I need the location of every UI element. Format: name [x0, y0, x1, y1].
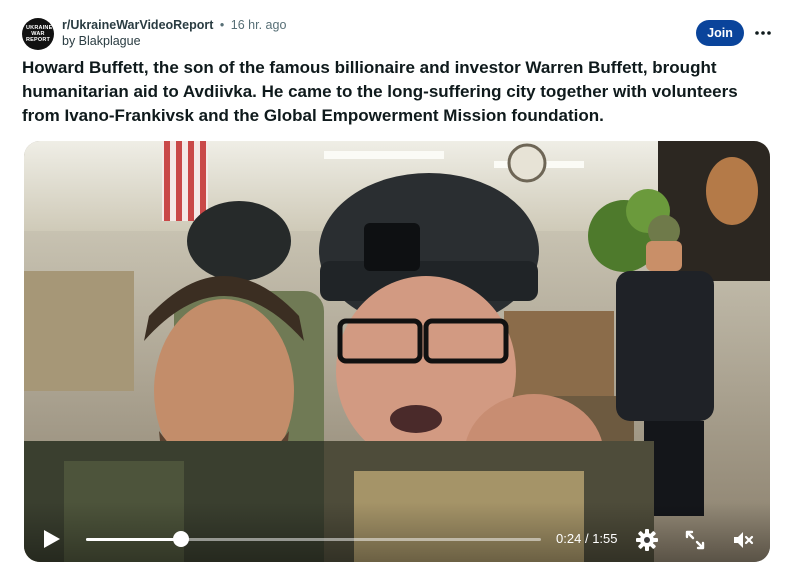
play-icon[interactable]	[40, 528, 62, 550]
time-readout: 0:24 / 1:55	[556, 531, 618, 547]
join-button[interactable]: Join	[696, 20, 744, 46]
post-title[interactable]: Howard Buffett, the son of the famous bi…	[22, 56, 770, 128]
video-player[interactable]: 0:24 / 1:55	[24, 141, 770, 562]
mute-icon[interactable]	[731, 528, 755, 552]
current-time: 0:24	[556, 531, 582, 546]
video-frame	[24, 141, 770, 562]
subreddit-link[interactable]: r/UkraineWarVideoReport	[62, 18, 213, 32]
time-separator: /	[584, 531, 589, 546]
more-options-button[interactable]	[750, 20, 776, 46]
seek-handle[interactable]	[173, 531, 190, 547]
duration: 1:55	[592, 531, 618, 546]
fullscreen-icon[interactable]	[683, 528, 707, 552]
video-controls: 0:24 / 1:55	[24, 502, 770, 562]
subreddit-avatar[interactable]: UKRAINE WAR REPORT	[22, 18, 54, 50]
post-meta: r/UkraineWarVideoReport • 16 hr. ago by …	[62, 17, 286, 49]
avatar-text: UKRAINE WAR REPORT	[26, 25, 53, 43]
meta-separator: •	[219, 18, 225, 32]
post-time: 16 hr. ago	[230, 18, 287, 32]
seek-bar[interactable]	[86, 531, 541, 547]
seek-bar-progress	[86, 538, 182, 541]
post-author[interactable]: by Blakplague	[62, 33, 286, 49]
ellipsis-icon	[755, 31, 771, 35]
settings-gear-icon[interactable]	[635, 528, 659, 552]
post-header: UKRAINE WAR REPORT r/UkraineWarVideoRepo…	[22, 14, 772, 54]
